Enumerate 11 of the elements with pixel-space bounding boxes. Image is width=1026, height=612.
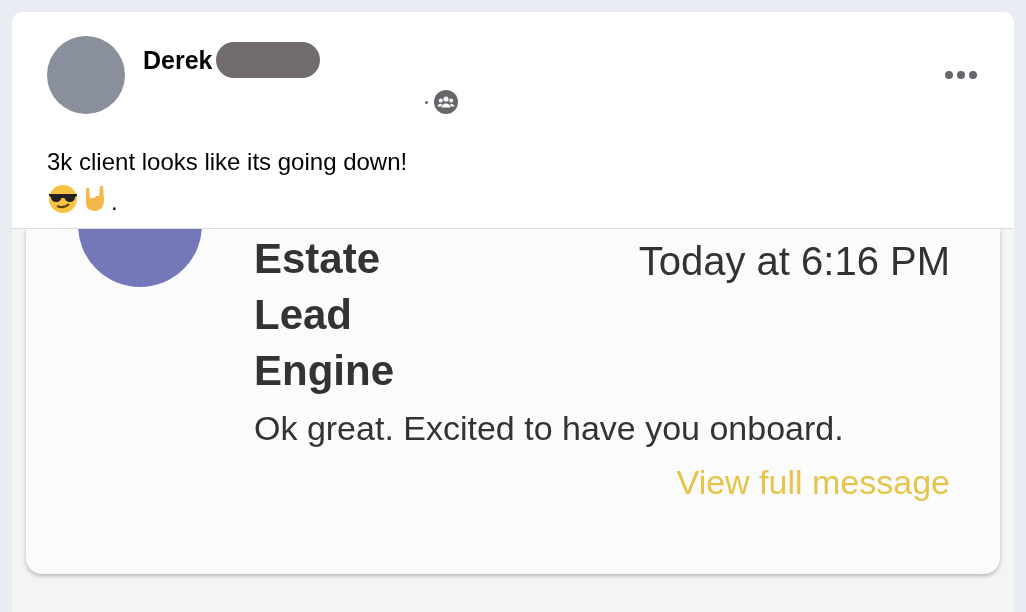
rock-hand-icon: [83, 184, 107, 214]
message-text: Ok great. Excited to have you onboard.: [254, 408, 845, 449]
group-icon[interactable]: [434, 90, 458, 114]
sender-name: Estate Lead Engine: [254, 234, 395, 396]
sunglasses-face-icon: [47, 184, 79, 214]
more-options-icon[interactable]: [944, 70, 978, 80]
message-time: Today at 6:16 PM: [638, 239, 950, 285]
post-text: 3k client looks like its going down!: [46, 147, 409, 176]
separator-dot: [425, 100, 428, 104]
post-text-period: .: [111, 190, 118, 214]
author-name[interactable]: Derek: [143, 45, 213, 75]
